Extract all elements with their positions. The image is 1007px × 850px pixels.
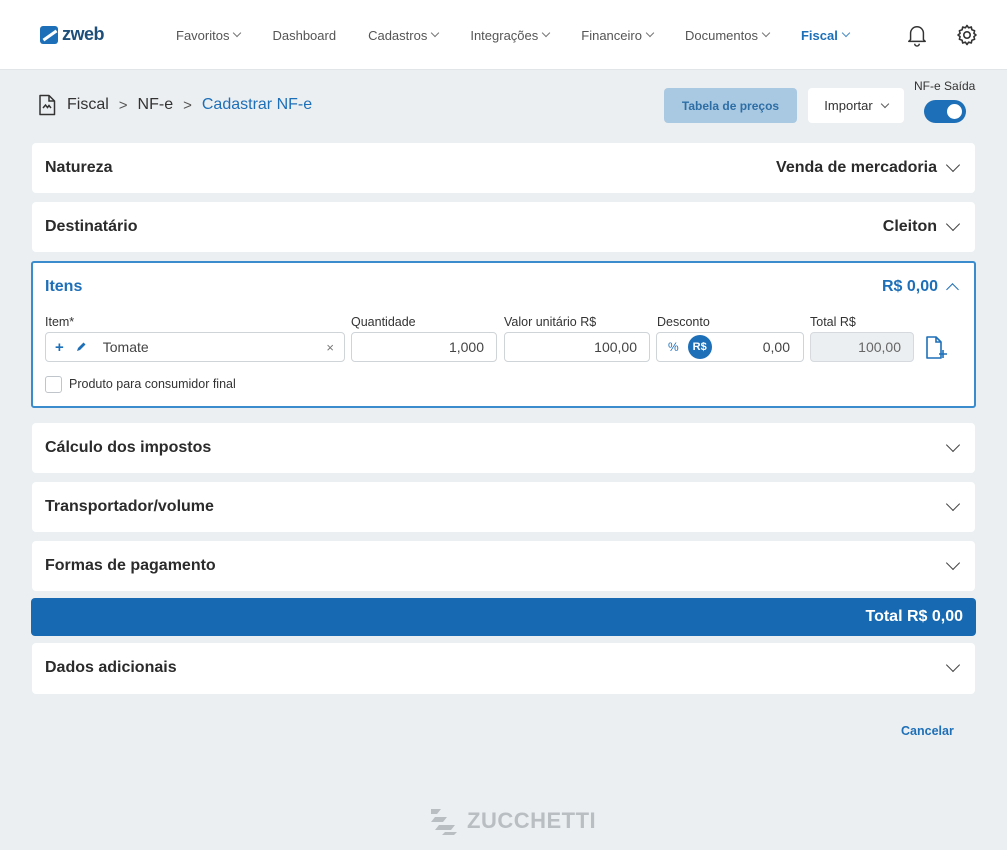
nav-item-label: Documentos xyxy=(684,27,758,43)
total-value: Total R$ 0,00 xyxy=(865,608,963,625)
zweb-logo[interactable]: zweb xyxy=(40,24,105,45)
zucchetti-text: ZUCCHETTI xyxy=(467,808,597,833)
desconto-rs-toggle[interactable]: R$ xyxy=(687,335,712,359)
chevron-down-icon xyxy=(945,157,961,173)
chevron-down-icon xyxy=(645,28,655,38)
nav-item-label: Dashboard xyxy=(272,27,337,43)
section-title: Dados adicionais xyxy=(45,659,177,676)
nav-item-label: Fiscal xyxy=(800,27,838,43)
zweb-logo-mark xyxy=(40,25,58,44)
valor-unitario-label: Valor unitário R$ xyxy=(504,315,597,329)
chevron-down-icon xyxy=(945,555,961,571)
item-value: Tomate xyxy=(102,339,149,355)
desconto-field[interactable]: % R$ 0,00 xyxy=(656,332,804,362)
chevron-down-icon xyxy=(233,28,242,38)
breadcrumb-fiscal[interactable]: Fiscal xyxy=(67,96,109,114)
nav-item-integracoes[interactable]: Integrações xyxy=(470,27,551,43)
section-value: Cleiton xyxy=(882,218,937,235)
section-natureza[interactable]: Natureza Venda de mercadoria xyxy=(32,143,975,193)
nav-item-financeiro[interactable]: Financeiro xyxy=(581,27,655,43)
nav-item-favoritos[interactable]: Favoritos xyxy=(176,27,242,43)
section-itens: Itens R$ 0,00 Item* Quantidade Valor uni… xyxy=(31,261,976,408)
chevron-up-icon[interactable] xyxy=(946,283,959,296)
gear-icon[interactable] xyxy=(955,23,979,47)
desconto-percent-toggle[interactable]: % xyxy=(668,340,679,354)
section-destinatario[interactable]: Destinatário Cleiton xyxy=(32,202,975,252)
breadcrumb-separator-icon: > xyxy=(118,96,128,114)
nav-item-label: Favoritos xyxy=(176,27,230,43)
chevron-down-icon xyxy=(431,28,440,38)
total-label: Total R$ xyxy=(810,315,856,329)
item-field[interactable]: + Tomate × xyxy=(45,332,345,362)
cancel-button[interactable]: Cancelar xyxy=(901,724,954,738)
plus-icon[interactable]: + xyxy=(55,339,64,356)
nav-item-label: Integrações xyxy=(470,27,539,43)
top-navigation-bar: zweb Favoritos Dashboard Cadastros Integ… xyxy=(0,0,1007,70)
section-dados-adicionais[interactable]: Dados adicionais xyxy=(32,643,975,694)
consumidor-final-checkbox[interactable] xyxy=(45,376,62,393)
breadcrumb-separator-icon: > xyxy=(183,96,192,114)
section-value: Venda de mercadoria xyxy=(776,159,937,176)
document-icon xyxy=(39,94,56,116)
nav-item-cadastros[interactable]: Cadastros xyxy=(368,27,440,43)
nav-item-label: Financeiro xyxy=(581,27,642,43)
chevron-down-icon xyxy=(841,28,851,38)
valor-unitario-value: 100,00 xyxy=(594,339,637,355)
nfe-saida-toggle[interactable] xyxy=(924,100,966,123)
total-bar: Total R$ 0,00 xyxy=(31,598,976,636)
section-title[interactable]: Itens xyxy=(45,278,82,296)
quantidade-input[interactable]: 1,000 xyxy=(351,332,497,362)
chevron-down-icon xyxy=(945,657,961,673)
main-nav: Favoritos Dashboard Cadastros Integraçõe… xyxy=(176,0,881,70)
desconto-label: Desconto xyxy=(657,315,710,329)
section-title: Destinatário xyxy=(45,218,138,235)
section-title: Transportador/volume xyxy=(45,498,214,515)
pencil-icon[interactable] xyxy=(75,341,87,353)
total-item-field: 100,00 xyxy=(810,332,914,362)
nav-item-dashboard[interactable]: Dashboard xyxy=(272,28,336,43)
quantidade-label: Quantidade xyxy=(351,315,416,329)
nav-item-documentos[interactable]: Documentos xyxy=(684,27,771,43)
tabela-de-precos-button[interactable]: Tabela de preços xyxy=(664,88,797,123)
clear-icon[interactable]: × xyxy=(326,340,334,355)
zucchetti-mark-icon xyxy=(431,809,457,835)
chevron-down-icon xyxy=(761,28,771,38)
item-label: Item* xyxy=(45,315,75,329)
zweb-logo-text: zweb xyxy=(62,24,105,44)
nav-item-fiscal[interactable]: Fiscal xyxy=(800,27,851,43)
importar-label: Importar xyxy=(824,98,873,113)
breadcrumb-current: Cadastrar NF-e xyxy=(201,96,313,113)
toggle-knob xyxy=(947,104,962,119)
nav-item-label: Cadastros xyxy=(368,27,428,43)
add-document-icon[interactable] xyxy=(923,335,949,361)
chevron-down-icon xyxy=(945,437,961,453)
section-transportador[interactable]: Transportador/volume xyxy=(32,482,975,532)
chevron-down-icon xyxy=(880,99,889,108)
bell-icon[interactable] xyxy=(906,23,928,47)
total-item-value: 100,00 xyxy=(858,339,901,355)
section-title: Cálculo dos impostos xyxy=(45,439,212,456)
desconto-value[interactable]: 0,00 xyxy=(763,339,790,355)
zucchetti-logo: ZUCCHETTI xyxy=(427,806,596,836)
breadcrumb: Fiscal > NF-e > Cadastrar NF-e xyxy=(38,94,312,116)
section-title: Formas de pagamento xyxy=(45,557,216,574)
section-calculo-impostos[interactable]: Cálculo dos impostos xyxy=(32,423,975,473)
section-value: R$ 0,00 xyxy=(881,278,938,295)
page-header: Fiscal > NF-e > Cadastrar NF-e Tabela de… xyxy=(38,79,978,128)
consumidor-final-label: Produto para consumidor final xyxy=(69,377,236,391)
chevron-down-icon xyxy=(945,216,961,232)
chevron-down-icon xyxy=(542,28,551,38)
importar-dropdown[interactable]: Importar xyxy=(808,88,904,123)
breadcrumb-nfe[interactable]: NF-e xyxy=(138,96,174,114)
nfe-saida-label: NF-e Saída xyxy=(914,79,976,93)
section-title: Natureza xyxy=(45,159,113,176)
valor-unitario-input[interactable]: 100,00 xyxy=(504,332,650,362)
section-formas-pagamento[interactable]: Formas de pagamento xyxy=(32,541,975,591)
chevron-down-icon xyxy=(945,496,961,512)
